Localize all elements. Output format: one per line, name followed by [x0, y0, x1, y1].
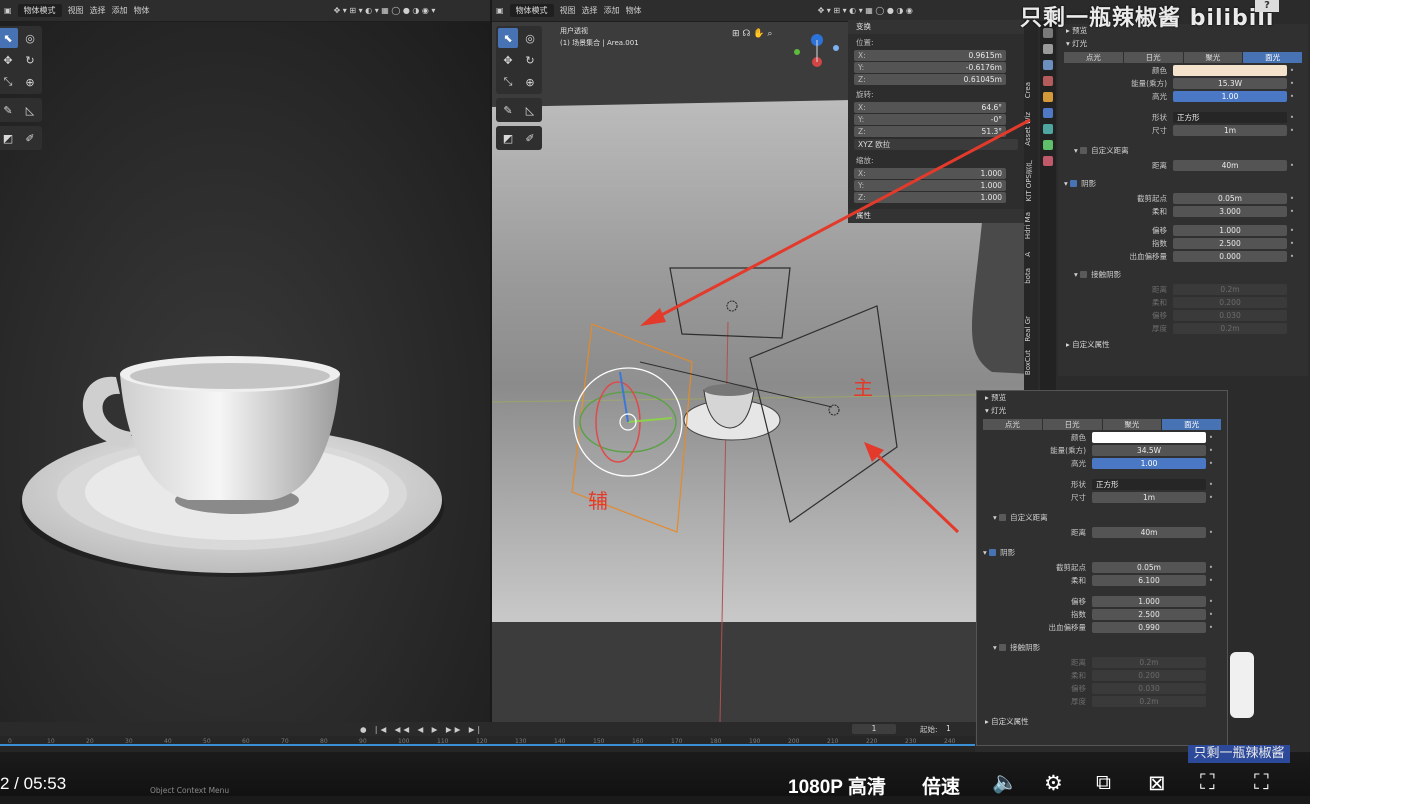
- timeline-tick: 90: [359, 738, 367, 745]
- timeline-tick: 190: [749, 738, 761, 745]
- playback-buttons[interactable]: ● |◀ ◀◀ ◀ ▶ ▶▶ ▶|: [360, 725, 483, 734]
- timeline-tick: 170: [671, 738, 683, 745]
- channel-badge: 只剩一瓶辣椒酱: [1188, 745, 1290, 763]
- timeline-tick: 0: [8, 738, 12, 745]
- channel-watermark: 只剩一瓶辣椒酱 bilibili: [1020, 6, 1275, 31]
- taskbar-strip: [0, 796, 1310, 804]
- video-frame: ▣ 物体模式 视图 选择 添加 物体 ✥ ▾ ⊞ ▾ ◐ ▾ ▦ ◯ ● ◑ ◉…: [0, 0, 1310, 804]
- screen: { "left_header": {"mode": "物体模式", "menu"…: [0, 0, 1406, 804]
- timeline-tick: 120: [476, 738, 488, 745]
- playback-time: 2 / 05:53: [0, 774, 67, 793]
- timeline-tick: 210: [827, 738, 839, 745]
- timeline-tick: 20: [86, 738, 94, 745]
- timeline-tick: 40: [164, 738, 172, 745]
- timeline-tick: 100: [398, 738, 410, 745]
- arrowhead-fill: [640, 308, 666, 326]
- timeline-tick: 70: [281, 738, 289, 745]
- side-decoration: [1230, 652, 1254, 718]
- timeline-controls: ● |◀ ◀◀ ◀ ▶ ▶▶ ▶|: [0, 722, 975, 736]
- timeline-tick: 220: [866, 738, 878, 745]
- timeline-tick: 140: [554, 738, 566, 745]
- timeline-tick: 80: [320, 738, 328, 745]
- timeline-tick: 10: [47, 738, 55, 745]
- timeline-tick: 60: [242, 738, 250, 745]
- quality-button[interactable]: 1080P 高清: [788, 772, 886, 799]
- timeline-tick: 50: [203, 738, 211, 745]
- timeline-tick: 110: [437, 738, 449, 745]
- timeline-tick: 130: [515, 738, 527, 745]
- current-frame-field[interactable]: 1: [852, 724, 896, 734]
- arrow-to-key-light: [870, 448, 960, 534]
- fill-light-annotation: 辅: [588, 489, 608, 513]
- widescreen-icon[interactable]: ⊠: [1148, 771, 1166, 796]
- timeline-tick: 150: [593, 738, 605, 745]
- key-light-annotation: 主: [853, 376, 873, 400]
- fullscreen-icon[interactable]: ⛶: [1254, 771, 1269, 795]
- timeline-tick: 160: [632, 738, 644, 745]
- annotation-arrows: [640, 118, 1031, 534]
- help-icon[interactable]: ?: [1255, 0, 1279, 12]
- picture-in-picture-icon[interactable]: ⧉: [1096, 771, 1111, 795]
- speed-button[interactable]: 倍速: [922, 772, 960, 799]
- start-frame-field[interactable]: 1: [946, 724, 951, 733]
- start-frame-label: 起始:: [920, 725, 938, 734]
- timeline-tick: 180: [710, 738, 722, 745]
- settings-gear-icon[interactable]: ⚙: [1044, 771, 1063, 796]
- volume-icon[interactable]: 🔈: [992, 771, 1018, 795]
- arrow-to-fill-light: [651, 118, 1031, 322]
- timeline-tick: 30: [125, 738, 133, 745]
- timeline[interactable]: ● |◀ ◀◀ ◀ ▶ ▶▶ ▶| 1 起始: 1 0 10 20 30 40 50 60 7…: [0, 722, 975, 752]
- timeline-tick: 200: [788, 738, 800, 745]
- timeline-tick: 240: [944, 738, 956, 745]
- webfullscreen-icon[interactable]: ⛶: [1200, 771, 1215, 795]
- timeline-tick: 230: [905, 738, 917, 745]
- status-context-menu: Object Context Menu: [150, 786, 230, 795]
